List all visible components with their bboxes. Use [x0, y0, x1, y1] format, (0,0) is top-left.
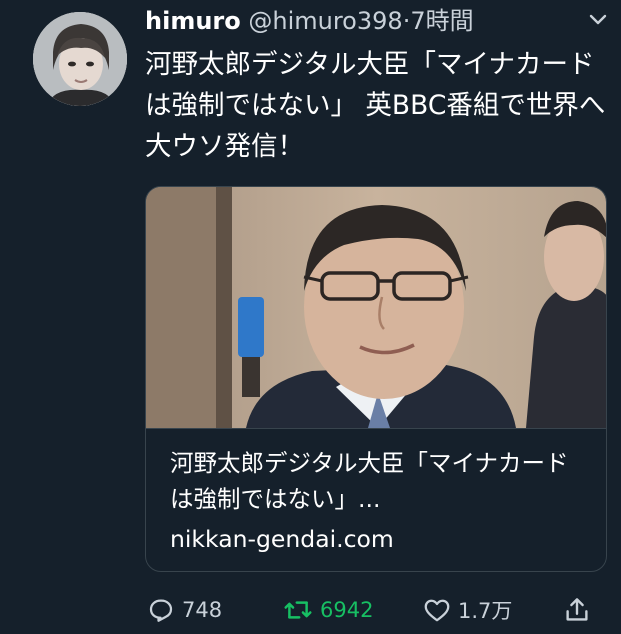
- card-image[interactable]: [146, 187, 606, 429]
- reply-button[interactable]: 748: [146, 590, 222, 630]
- reply-icon: [149, 599, 173, 622]
- author-name[interactable]: himuro: [145, 7, 241, 35]
- tweet[interactable]: himuro @himuro398·7時間 河野太郎デジタル大臣「マイナカード …: [0, 0, 621, 634]
- retweet-button[interactable]: 6942: [282, 590, 373, 630]
- retweet-icon: [284, 601, 312, 619]
- author-handle[interactable]: @himuro398: [248, 7, 402, 35]
- tweet-text: 河野太郎デジタル大臣「マイナカード は強制ではない」 英BBC番組で世界へ大ウソ…: [145, 49, 606, 162]
- avatar[interactable]: [33, 12, 127, 106]
- tweet-header: himuro @himuro398·7時間: [145, 4, 474, 38]
- link-card[interactable]: 河野太郎デジタル大臣「マイナカードは強制ではない」... nikkan-gend…: [145, 186, 607, 572]
- like-button[interactable]: 1.7万: [422, 590, 512, 630]
- card-domain[interactable]: nikkan-gendai.com: [170, 522, 394, 556]
- share-icon: [566, 598, 588, 621]
- reply-count: 748: [182, 598, 223, 622]
- retweet-count: 6942: [320, 598, 374, 622]
- tweet-actions: 748 6942 1.7万: [0, 590, 621, 630]
- share-button[interactable]: [562, 590, 598, 630]
- like-count: 1.7万: [458, 599, 513, 623]
- avatar-photo: [33, 12, 127, 106]
- timestamp[interactable]: 7時間: [410, 7, 473, 35]
- heart-icon: [424, 599, 450, 622]
- card-title[interactable]: 河野太郎デジタル大臣「マイナカードは強制ではない」...: [170, 445, 590, 517]
- chevron-down-icon[interactable]: [586, 8, 610, 32]
